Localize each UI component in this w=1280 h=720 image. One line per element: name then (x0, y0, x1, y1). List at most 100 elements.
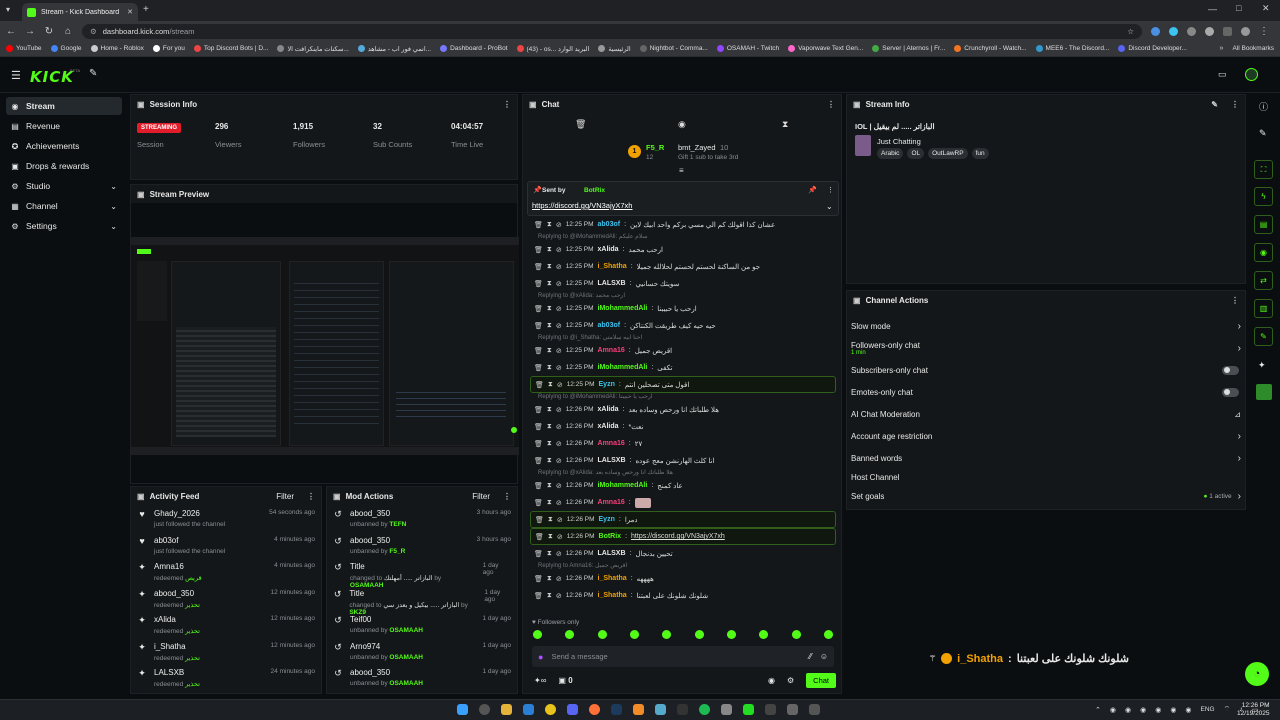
vscode-icon[interactable] (523, 704, 534, 715)
channel-action-set-goals[interactable]: Set goals ● 1 active › (851, 486, 1241, 506)
channel-action-account-age-restriction[interactable]: Account age restriction › (851, 426, 1241, 446)
ban-icon[interactable]: ⊘ (556, 263, 562, 271)
chat-message[interactable]: 🗑 ⧗ ⊘ 12:26 PM i_Shatha: شلونك شلونك على لعبت… (530, 587, 836, 604)
bookmark-item[interactable]: انمي فور اب - مشاهد... (357, 45, 431, 53)
timeout-icon[interactable]: ⧗ (547, 575, 552, 583)
tab-search-icon[interactable]: ▾ (6, 5, 10, 14)
delete-message-icon[interactable]: 🗑 (534, 592, 543, 600)
delete-message-icon[interactable]: 🗑 (534, 322, 543, 330)
close-window-button[interactable]: ✕ (1262, 3, 1270, 14)
delete-message-icon[interactable]: 🗑 (534, 482, 543, 490)
delete-message-icon[interactable]: 🗑 (534, 263, 543, 271)
ban-icon[interactable]: ⊘ (556, 280, 562, 288)
ban-icon[interactable]: ⊘ (556, 482, 562, 490)
more-icon[interactable]: ⋮ (1231, 100, 1239, 109)
extension-icon[interactable] (1187, 26, 1196, 36)
kick-logo[interactable]: KICK (30, 68, 74, 86)
stream-tag[interactable]: Arabic (877, 148, 904, 159)
chat-message[interactable]: 🗑 ⧗ ⊘ 12:26 PM i_Shatha: ههههه (530, 570, 836, 587)
floating-chat-button[interactable]: ◔ (1245, 662, 1269, 686)
tray-app-icon[interactable]: ◉ (1125, 706, 1131, 714)
mod-action-row[interactable]: ↺ abood_350 unbanned by OSAMAAH 1 day ago (327, 664, 517, 691)
timeout-icon[interactable]: ⧗ (547, 592, 552, 600)
chat-username[interactable]: i_Shatha (598, 263, 627, 270)
bookmark-item[interactable]: Dashboard - ProBot (440, 45, 508, 52)
timeout-icon[interactable]: ⧗ (548, 516, 553, 524)
ban-icon[interactable]: ⊘ (556, 221, 562, 229)
unpin-icon[interactable]: 📌 (808, 186, 817, 194)
stream-tag[interactable]: OutLawRP (928, 148, 968, 159)
minimize-button[interactable]: — (1208, 4, 1217, 14)
clock[interactable]: 12:26 PM 12/19/2025 (1237, 702, 1270, 718)
mod-action-row[interactable]: ↺ abood_350 unbanned by F5_R 3 hours ago (327, 532, 517, 559)
timeout-icon[interactable]: ⧗ (547, 347, 552, 355)
browser-menu-icon[interactable]: ⋮ (1259, 26, 1269, 37)
chat-message[interactable]: 🗑 ⧗ ⊘ 12:26 PM iMohammedAli: عاد كمنج (530, 477, 836, 494)
spotify-icon[interactable] (699, 704, 710, 715)
bookmark-item[interactable]: Server | Aternos | Fr... (872, 45, 945, 52)
chat-message[interactable]: 🗑 ⧗ ⊘ 12:26 PM LALSXB: انا كلث الهارنشن معج ع… (530, 452, 836, 469)
timeout-icon[interactable]: ⧗ (547, 364, 552, 372)
info-icon[interactable]: ⓘ (1259, 100, 1268, 113)
chrome-icon[interactable] (545, 704, 556, 715)
language-indicator[interactable]: ENG (1201, 706, 1215, 713)
chat-input[interactable]: ● Send a message ⁄⁄ ☺ (532, 646, 834, 667)
ban-icon[interactable]: ⊘ (556, 550, 562, 558)
edit-icon[interactable]: ✎ (1211, 100, 1218, 109)
sidebar-item-revenue[interactable]: ▤ Revenue (6, 117, 122, 135)
slash-commands-icon[interactable]: ⁄⁄ (809, 652, 812, 661)
forward-icon[interactable]: → (25, 26, 35, 37)
ban-icon[interactable]: ⊘ (557, 516, 563, 524)
channel-action-followers-only-chat[interactable]: Followers-only chat 1 min › (851, 338, 1241, 358)
extension-icon[interactable] (1151, 26, 1160, 36)
channel-action-banned-words[interactable]: Banned words › (851, 448, 1241, 468)
bookmark-item[interactable]: For you (152, 45, 185, 52)
activity-row[interactable]: ♥ Ghady_2026 just followed the channel 54 s… (131, 505, 321, 532)
extension-icon[interactable] (1169, 26, 1178, 36)
stream-tag[interactable]: fun (971, 148, 989, 159)
ban-icon[interactable]: ⊘ (556, 364, 562, 372)
bookmark-item[interactable]: Discord Developer... (1118, 45, 1187, 52)
chat-message[interactable]: 🗑 ⧗ ⊘ 12:25 PM ab03of: حيه حيه كيف طريقت الكن… (530, 317, 836, 334)
timeout-icon[interactable]: ⧗ (547, 482, 552, 490)
activity-row[interactable]: ♥ ab03of just followed the channel 4 minute… (131, 532, 321, 559)
windows-start-icon[interactable] (457, 704, 468, 715)
sidebar-item-stream[interactable]: ◉ Stream (6, 97, 122, 115)
activity-filter-button[interactable]: Filter (276, 492, 294, 501)
bookmark-star-icon[interactable]: ☆ (1127, 27, 1134, 36)
timeout-icon[interactable]: ⧗ (548, 381, 553, 389)
ban-icon[interactable]: ⊘ (556, 406, 562, 414)
bookmark-item[interactable]: Google (50, 45, 82, 52)
sidebar-item-settings[interactable]: ⚙ Settings ⌄ (6, 217, 122, 235)
status-tile[interactable] (1256, 384, 1272, 400)
chat-username[interactable]: LALSXB (598, 457, 626, 464)
bookmark-item[interactable]: YouTube (6, 45, 42, 52)
maximize-button[interactable]: □ (1236, 3, 1241, 13)
quick-emote-icon[interactable] (565, 630, 575, 639)
delete-message-icon[interactable]: 🗑 (534, 499, 543, 507)
timeout-icon[interactable]: ⧗ (547, 305, 552, 313)
ban-icon[interactable]: ⊘ (556, 305, 562, 313)
store-icon[interactable]: ▥ (1254, 299, 1273, 318)
more-icon[interactable]: ⋮ (307, 492, 315, 501)
user-avatar[interactable] (1245, 68, 1258, 81)
channel-points-icon[interactable]: ▣ 0 (558, 676, 572, 685)
chat-bubble-icon[interactable]: ◉ (1254, 243, 1273, 262)
delete-message-icon[interactable]: 🗑 (534, 406, 543, 414)
ban-icon[interactable]: ⊘ (556, 592, 562, 600)
channel-action-ai-chat-moderation[interactable]: AI Chat Moderation ⊿ (851, 404, 1241, 424)
ban-icon[interactable]: ⊘ (556, 457, 562, 465)
quick-emote-icon[interactable] (759, 630, 769, 639)
timeout-icon[interactable]: ⧗ (547, 246, 552, 254)
chat-message[interactable]: 🗑 ⧗ ⊘ 12:25 PM LALSXB: سويتك حسانيي (530, 275, 836, 292)
chat-message[interactable]: 🗑 ⧗ ⊘ 12:26 PM Amna16:٢٧ (530, 435, 836, 452)
quick-emote-icon[interactable] (726, 630, 736, 639)
chat-username[interactable]: iMohammedAli (598, 482, 648, 489)
mic-icon[interactable]: ● (538, 652, 543, 662)
chat-message[interactable]: 🗑 ⧗ ⊘ 12:26 PM Amna16: (530, 494, 836, 511)
mod-filter-button[interactable]: Filter (472, 492, 490, 501)
bookmark-item[interactable]: Top Discord Bots | D... (193, 45, 268, 52)
bookmark-item[interactable]: OSAMAH - Twitch (716, 45, 779, 52)
steam-icon[interactable] (611, 704, 622, 715)
mod-view-icon[interactable]: ⛶ (1254, 160, 1273, 179)
